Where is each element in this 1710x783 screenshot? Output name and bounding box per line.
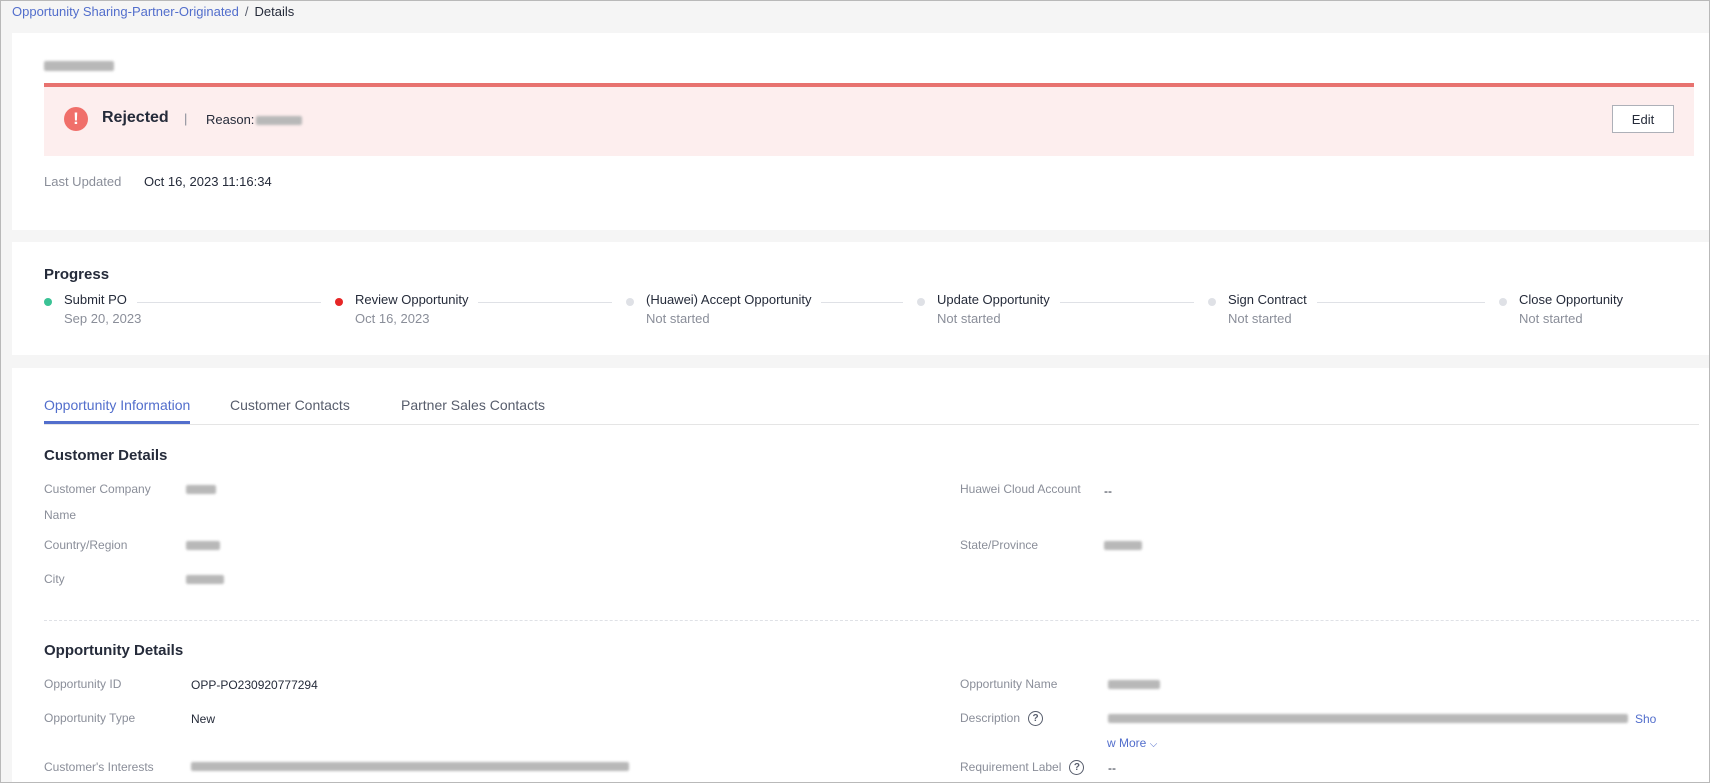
show-more-link-part2[interactable]: w More ⌵ bbox=[1107, 736, 1157, 750]
last-updated-value: Oct 16, 2023 11:16:34 bbox=[144, 174, 272, 189]
city-label: City bbox=[44, 572, 65, 586]
customer-company-value-redacted bbox=[186, 485, 216, 494]
cloud-account-label: Huawei Cloud Account bbox=[960, 482, 1081, 496]
country-label: Country/Region bbox=[44, 538, 128, 552]
step-status-dot bbox=[335, 298, 343, 306]
customer-interests-value-redacted bbox=[191, 762, 629, 771]
step-date: Oct 16, 2023 bbox=[355, 311, 430, 326]
breadcrumb-current: Details bbox=[254, 4, 295, 19]
requirement-help-icon[interactable]: ? bbox=[1069, 760, 1085, 776]
progress-card: Progress Submit PO Sep 20, 2023 Review Opp… bbox=[12, 242, 1709, 355]
status-reason: Reason: bbox=[206, 112, 303, 127]
tab-opportunity-information[interactable]: Opportunity Information bbox=[44, 397, 190, 413]
breadcrumb-link-opportunity-sharing[interactable]: Opportunity Sharing-Partner-Originated bbox=[12, 4, 239, 19]
step-status-dot bbox=[1499, 298, 1507, 306]
active-tab-indicator bbox=[44, 421, 190, 424]
cloud-account-value: -- bbox=[1104, 484, 1112, 498]
customer-company-label: Customer Company Name bbox=[44, 476, 151, 528]
details-card: Opportunity Information Customer Contact… bbox=[12, 368, 1709, 782]
step-date: Not started bbox=[1228, 311, 1292, 326]
opportunity-name-value-redacted bbox=[1108, 680, 1160, 689]
progress-step: Update Opportunity Not started bbox=[917, 292, 1208, 332]
opportunity-id-value: OPP-PO230920777294 bbox=[191, 678, 318, 692]
city-value-redacted bbox=[186, 575, 224, 584]
opportunity-type-label: Opportunity Type bbox=[44, 711, 136, 725]
status-card: ! Rejected | Reason: Edit Last Updated O… bbox=[12, 33, 1709, 230]
last-updated: Last Updated Oct 16, 2023 11:16:34 bbox=[44, 174, 272, 189]
description-help-icon[interactable]: ? bbox=[1028, 711, 1044, 727]
step-status-dot bbox=[44, 298, 52, 306]
opportunity-title-redacted bbox=[44, 61, 114, 71]
state-label: State/Province bbox=[960, 538, 1039, 552]
requirement-value: -- bbox=[1108, 761, 1116, 775]
description-value-redacted bbox=[1108, 714, 1628, 723]
breadcrumb: Opportunity Sharing-Partner-Originated / D… bbox=[12, 4, 294, 20]
reason-label: Reason: bbox=[206, 112, 255, 127]
step-name: Update Opportunity bbox=[937, 292, 1060, 307]
customer-company-label-line2: Name bbox=[44, 508, 77, 522]
customer-details-title: Customer Details bbox=[44, 447, 168, 464]
customer-company-label-line1: Customer Company bbox=[44, 482, 151, 496]
step-name: Close Opportunity bbox=[1519, 292, 1634, 307]
opportunity-name-label: Opportunity Name bbox=[960, 677, 1058, 691]
progress-title: Progress bbox=[44, 266, 110, 283]
opportunity-type-value: New bbox=[191, 712, 216, 726]
show-more-link-part1[interactable]: Sho bbox=[1635, 712, 1656, 726]
customer-interests-label: Customer's Interests bbox=[44, 760, 154, 774]
status-separator: | bbox=[184, 111, 188, 126]
progress-step: Sign Contract Not started bbox=[1208, 292, 1499, 332]
last-updated-label: Last Updated bbox=[44, 174, 122, 189]
tab-partner-sales-contacts[interactable]: Partner Sales Contacts bbox=[401, 397, 545, 413]
step-name: Sign Contract bbox=[1228, 292, 1317, 307]
reason-value-redacted bbox=[256, 116, 303, 126]
step-name: Review Opportunity bbox=[355, 292, 479, 307]
country-value-redacted bbox=[186, 541, 220, 550]
exclamation-icon: ! bbox=[64, 107, 88, 131]
requirement-label-text: Requirement Label bbox=[960, 760, 1062, 774]
requirement-label: Requirement Label? bbox=[960, 754, 1085, 780]
state-value-redacted bbox=[1104, 541, 1142, 550]
step-name: Submit PO bbox=[64, 292, 137, 307]
step-date: Not started bbox=[646, 311, 710, 326]
tab-customer-contacts[interactable]: Customer Contacts bbox=[230, 397, 350, 413]
edit-button[interactable]: Edit bbox=[1612, 105, 1674, 133]
section-divider bbox=[44, 620, 1699, 621]
description-label: Description? bbox=[960, 705, 1044, 731]
tab-bar: Opportunity Information Customer Contact… bbox=[44, 390, 1699, 425]
progress-step: Submit PO Sep 20, 2023 bbox=[44, 292, 335, 332]
step-date: Not started bbox=[937, 311, 1001, 326]
show-more-text: w More bbox=[1107, 736, 1147, 750]
progress-step: Close Opportunity Not started bbox=[1499, 292, 1709, 332]
step-status-dot bbox=[1208, 298, 1216, 306]
progress-steps: Submit PO Sep 20, 2023 Review Opportunity O… bbox=[44, 292, 1664, 332]
step-date: Not started bbox=[1519, 311, 1583, 326]
progress-step: Review Opportunity Oct 16, 2023 bbox=[335, 292, 626, 332]
step-name: (Huawei) Accept Opportunity bbox=[646, 292, 822, 307]
status-text: Rejected bbox=[102, 109, 169, 126]
chevron-down-icon: ⌵ bbox=[1149, 739, 1158, 750]
opportunity-details-title: Opportunity Details bbox=[44, 642, 184, 659]
step-status-dot bbox=[626, 298, 634, 306]
progress-step: (Huawei) Accept Opportunity Not started bbox=[626, 292, 917, 332]
opportunity-id-label: Opportunity ID bbox=[44, 677, 122, 691]
rejected-status-bar: ! Rejected | Reason: Edit bbox=[44, 83, 1694, 156]
page-frame: Opportunity Sharing-Partner-Originated / D… bbox=[0, 0, 1710, 783]
description-label-text: Description bbox=[960, 711, 1021, 725]
step-date: Sep 20, 2023 bbox=[64, 311, 142, 326]
step-status-dot bbox=[917, 298, 925, 306]
breadcrumb-separator: / bbox=[244, 4, 249, 19]
